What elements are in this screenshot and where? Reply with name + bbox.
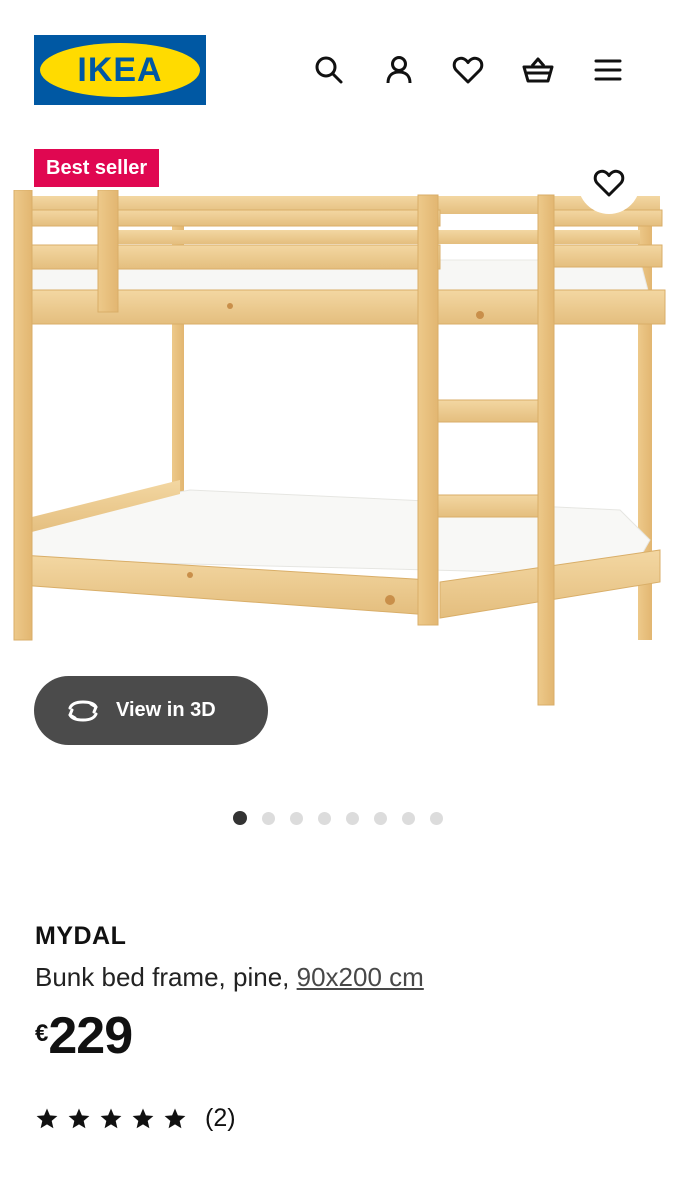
carousel-pagination xyxy=(233,811,458,825)
star-icon xyxy=(164,1108,186,1128)
star-icon xyxy=(100,1108,122,1128)
review-count: (2) xyxy=(205,1104,236,1132)
carousel-dot[interactable] xyxy=(430,811,443,825)
header: IKEA xyxy=(0,0,677,130)
search-icon xyxy=(315,56,343,84)
product-rating[interactable]: (2) xyxy=(35,1104,236,1133)
menu-icon xyxy=(594,59,622,81)
price-currency: € xyxy=(35,1020,49,1047)
product-type: Bunk bed frame, pine, xyxy=(35,962,297,992)
carousel-dot[interactable] xyxy=(318,811,331,825)
carousel-dot[interactable] xyxy=(233,811,247,825)
ikea-logo[interactable]: IKEA xyxy=(34,35,206,105)
star-icon xyxy=(36,1108,58,1128)
star-icon xyxy=(132,1108,154,1128)
favourites-button[interactable] xyxy=(450,50,486,90)
carousel-dot[interactable] xyxy=(290,811,303,825)
save-to-favourites-button[interactable] xyxy=(578,152,640,214)
heart-icon xyxy=(452,56,484,84)
carousel-dot[interactable] xyxy=(262,811,275,825)
view-in-3d-label: View in 3D xyxy=(116,699,216,721)
product-name: MYDAL xyxy=(35,922,127,950)
product-description: Bunk bed frame, pine, 90x200 cm xyxy=(35,962,424,993)
account-button[interactable] xyxy=(381,50,417,90)
product-size-link[interactable]: 90x200 cm xyxy=(297,962,424,992)
rotate-3d-icon xyxy=(68,699,98,722)
search-button[interactable] xyxy=(311,50,347,90)
carousel-dot[interactable] xyxy=(346,811,359,825)
view-in-3d-button[interactable]: View in 3D xyxy=(34,676,268,745)
carousel-dot[interactable] xyxy=(374,811,387,825)
heart-icon xyxy=(593,169,625,197)
product-image xyxy=(13,190,666,706)
product-price: € 229 xyxy=(35,1007,133,1065)
star-icon xyxy=(68,1108,90,1128)
logo-text: IKEA xyxy=(77,50,163,89)
carousel-dot[interactable] xyxy=(402,811,415,825)
best-seller-badge: Best seller xyxy=(34,149,160,187)
basket-button[interactable] xyxy=(520,50,556,90)
account-icon xyxy=(386,56,412,84)
product-gallery[interactable]: Best seller View in 3D xyxy=(0,130,677,830)
price-amount: 229 xyxy=(48,1007,133,1065)
basket-icon xyxy=(522,57,554,83)
menu-button[interactable] xyxy=(590,50,626,90)
